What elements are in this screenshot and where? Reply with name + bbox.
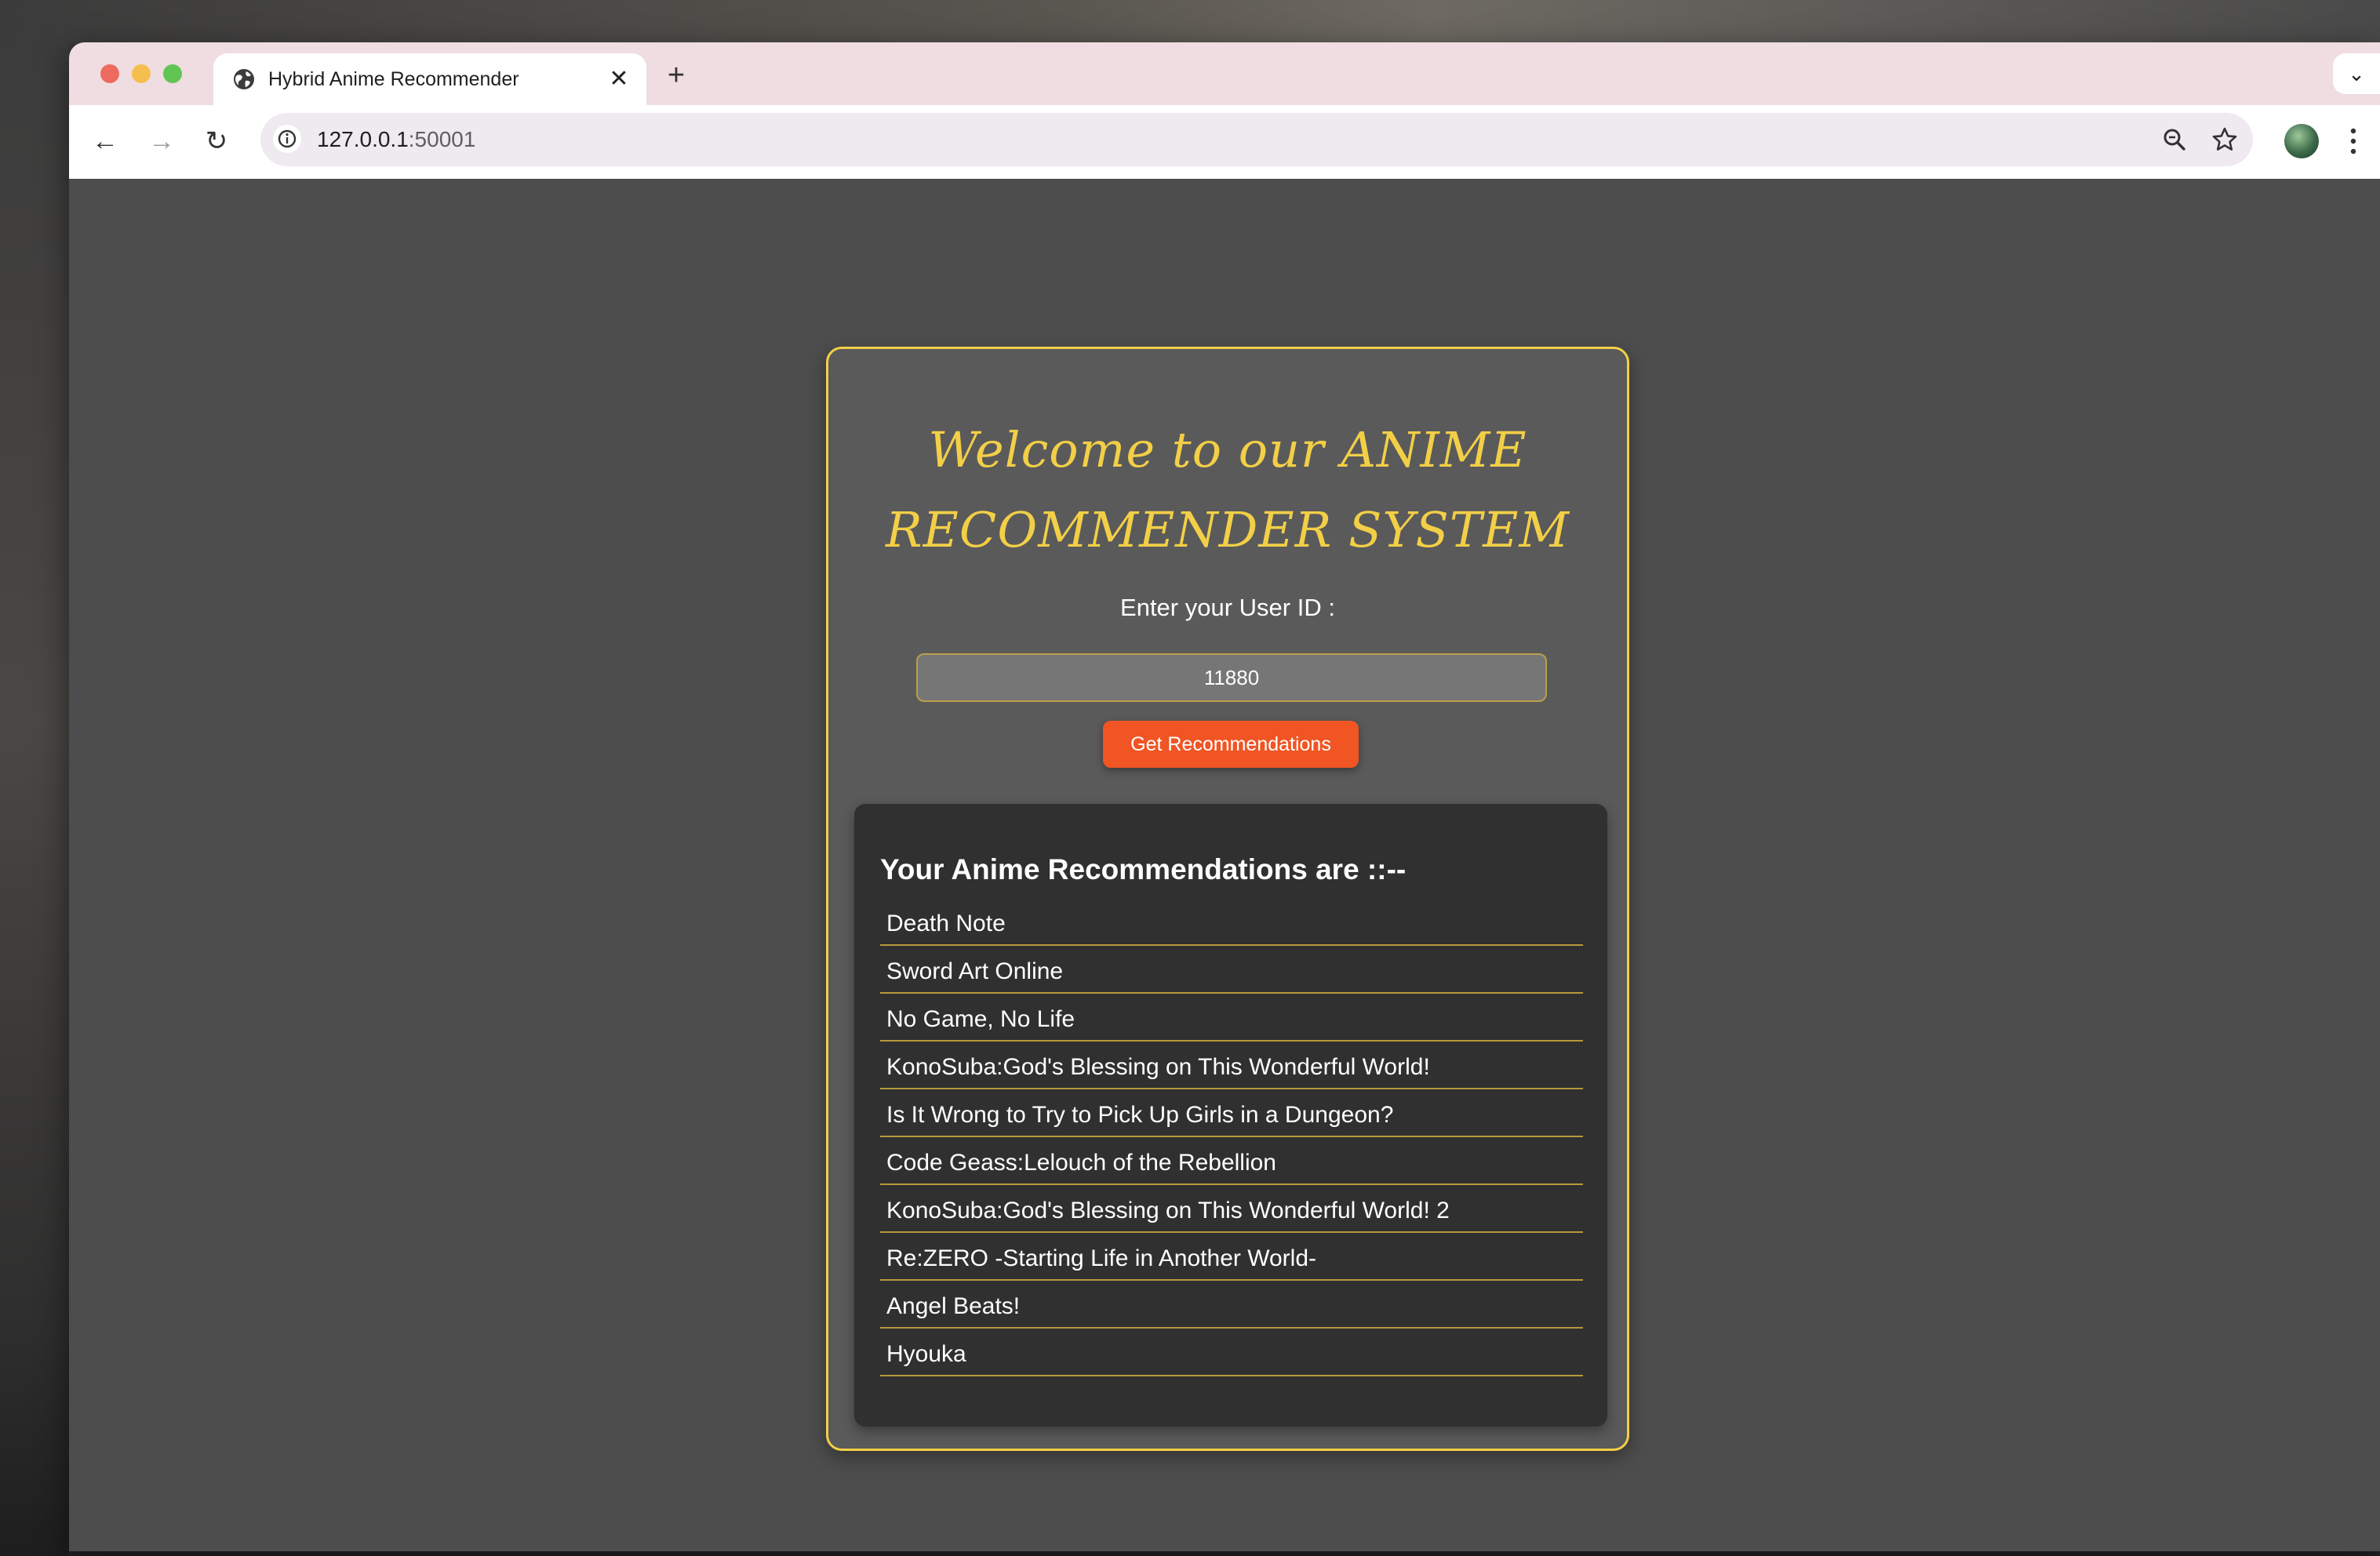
globe-icon <box>234 69 254 89</box>
list-item: KonoSuba:God's Blessing on This Wonderfu… <box>880 1187 1583 1233</box>
forward-button[interactable]: → <box>144 124 179 158</box>
maximize-window-button[interactable] <box>163 64 182 83</box>
site-info-icon[interactable] <box>273 125 301 153</box>
list-item: Sword Art Online <box>880 947 1583 994</box>
tab-strip: Hybrid Anime Recommender ✕ + ⌄ <box>69 42 2380 105</box>
url-host: 127.0.0.1 <box>317 127 409 151</box>
browser-window: Hybrid Anime Recommender ✕ + ⌄ ← → ↻ 127… <box>69 42 2380 1551</box>
reload-button[interactable]: ↻ <box>199 124 234 158</box>
profile-avatar[interactable] <box>2284 124 2319 158</box>
desktop-background-left <box>0 42 69 1556</box>
close-window-button[interactable] <box>100 64 119 83</box>
tab-title: Hybrid Anime Recommender <box>268 68 519 90</box>
list-item: KonoSuba:God's Blessing on This Wonderfu… <box>880 1043 1583 1089</box>
tab-search-button[interactable]: ⌄ <box>2333 53 2380 94</box>
url-port: :50001 <box>408 127 476 151</box>
results-panel: Your Anime Recommendations are ::-- Deat… <box>854 804 1607 1427</box>
kebab-menu-icon[interactable] <box>2342 122 2364 160</box>
user-id-label: Enter your User ID : <box>1120 594 1335 621</box>
list-item: Angel Beats! <box>880 1282 1583 1329</box>
list-item: Is It Wrong to Try to Pick Up Girls in a… <box>880 1091 1583 1137</box>
desktop-background <box>0 0 2380 42</box>
list-item: No Game, No Life <box>880 995 1583 1042</box>
list-item: Code Geass:Lelouch of the Rebellion <box>880 1139 1583 1185</box>
browser-toolbar: ← → ↻ 127.0.0.1:50001 <box>69 105 2380 180</box>
url-text: 127.0.0.1:50001 <box>317 127 475 152</box>
recommendation-list: Death Note Sword Art Online No Game, No … <box>880 900 1583 1378</box>
address-bar[interactable]: 127.0.0.1:50001 <box>260 113 2253 166</box>
tab-close-icon[interactable]: ✕ <box>606 66 632 93</box>
page-title: Welcome to our ANIME RECOMMENDER SYSTEM <box>885 421 1570 558</box>
list-item: Death Note <box>880 900 1583 946</box>
back-button[interactable]: ← <box>88 124 122 158</box>
new-tab-button[interactable]: + <box>659 58 693 93</box>
zoom-icon[interactable] <box>2160 125 2189 154</box>
user-id-input[interactable] <box>916 653 1547 702</box>
get-recommendations-button[interactable]: Get Recommendations <box>1103 721 1359 768</box>
list-item: Re:ZERO -Starting Life in Another World- <box>880 1234 1583 1281</box>
star-icon[interactable] <box>2211 125 2239 154</box>
results-heading: Your Anime Recommendations are ::-- <box>880 853 1407 885</box>
list-item: Hyouka <box>880 1330 1583 1376</box>
browser-tab[interactable]: Hybrid Anime Recommender ✕ <box>213 53 646 105</box>
page-content: Welcome to our ANIME RECOMMENDER SYSTEM … <box>69 179 2380 1551</box>
recommender-card: Welcome to our ANIME RECOMMENDER SYSTEM … <box>826 347 1629 1451</box>
minimize-window-button[interactable] <box>132 64 151 83</box>
